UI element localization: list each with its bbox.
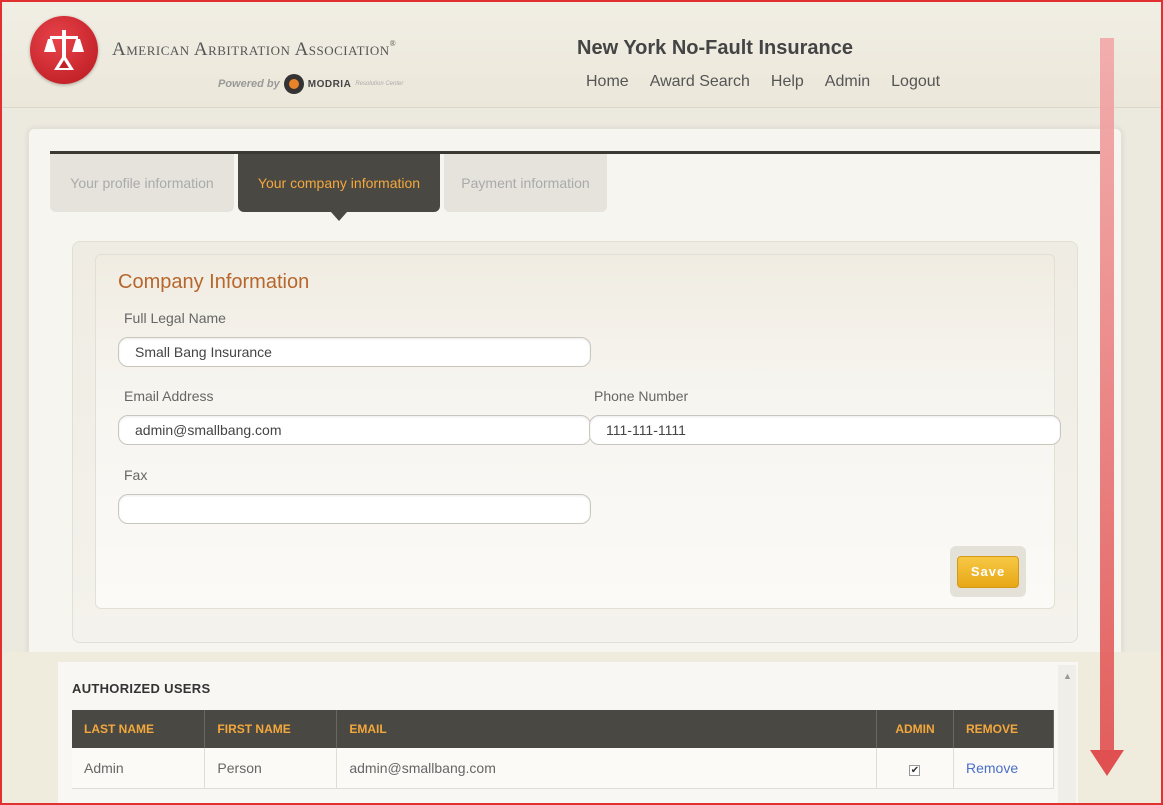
column-header-first-name[interactable]: FIRST NAME: [204, 710, 338, 748]
column-header-email[interactable]: EMAIL: [336, 710, 877, 748]
modria-name: MODRIA: [307, 78, 352, 90]
powered-by-label: Powered by: [218, 78, 280, 90]
authorized-users-title: AUTHORIZED USERS: [72, 681, 211, 696]
tab-profile-information[interactable]: Your profile information: [50, 154, 234, 212]
admin-checkbox[interactable]: ✔: [909, 764, 921, 776]
cell-last-name: Admin: [72, 748, 206, 789]
save-button-wrapper: Save: [950, 546, 1026, 597]
cell-remove: Remove: [953, 748, 1055, 789]
scales-of-justice-icon[interactable]: [30, 16, 98, 84]
tab-company-information[interactable]: Your company information: [238, 154, 440, 221]
cell-email: admin@smallbang.com: [336, 748, 877, 789]
scrollbar[interactable]: ▲: [1058, 665, 1076, 805]
scroll-up-caret-icon[interactable]: ▲: [1063, 671, 1072, 681]
scroll-down-arrow-icon: [1090, 38, 1124, 776]
authorized-users-table: LAST NAME FIRST NAME EMAIL ADMIN REMOVE …: [72, 710, 1055, 789]
org-name: American Arbitration Association®: [112, 39, 397, 60]
nav-award-search[interactable]: Award Search: [650, 73, 750, 91]
main-nav: Home Award Search Help Admin Logout: [586, 73, 940, 91]
save-button[interactable]: Save: [957, 555, 1019, 588]
full-legal-name-label: Full Legal Name: [124, 310, 226, 326]
table-header-row: LAST NAME FIRST NAME EMAIL ADMIN REMOVE: [72, 710, 1055, 748]
phone-number-input[interactable]: [589, 415, 1061, 445]
modria-logo-icon: [283, 74, 304, 94]
email-address-input[interactable]: [118, 415, 591, 445]
powered-by: Powered by MODRIA Resolution Center: [218, 74, 403, 94]
column-header-admin[interactable]: ADMIN: [876, 710, 954, 748]
site-header: American Arbitration Association® Powere…: [2, 2, 1161, 108]
phone-number-label: Phone Number: [594, 388, 689, 404]
nav-admin[interactable]: Admin: [825, 73, 870, 91]
nav-home[interactable]: Home: [586, 73, 629, 91]
column-header-remove[interactable]: REMOVE: [953, 710, 1055, 748]
cell-admin: ✔: [876, 748, 954, 789]
fax-label: Fax: [124, 467, 148, 483]
cell-first-name: Person: [204, 748, 338, 789]
column-header-last-name[interactable]: LAST NAME: [72, 710, 206, 748]
nav-logout[interactable]: Logout: [891, 73, 940, 91]
remove-user-link[interactable]: Remove: [966, 760, 1018, 776]
modria-subtitle: Resolution Center: [355, 81, 404, 87]
full-legal-name-input[interactable]: [118, 337, 591, 367]
site-title: New York No-Fault Insurance: [577, 37, 853, 59]
table-row: Admin Person admin@smallbang.com ✔ Remov…: [72, 748, 1055, 789]
company-section-title: Company Information: [118, 271, 310, 293]
fax-input[interactable]: [118, 494, 591, 524]
nav-help[interactable]: Help: [771, 73, 804, 91]
email-address-label: Email Address: [124, 388, 214, 404]
tab-payment-information[interactable]: Payment information: [444, 154, 607, 212]
